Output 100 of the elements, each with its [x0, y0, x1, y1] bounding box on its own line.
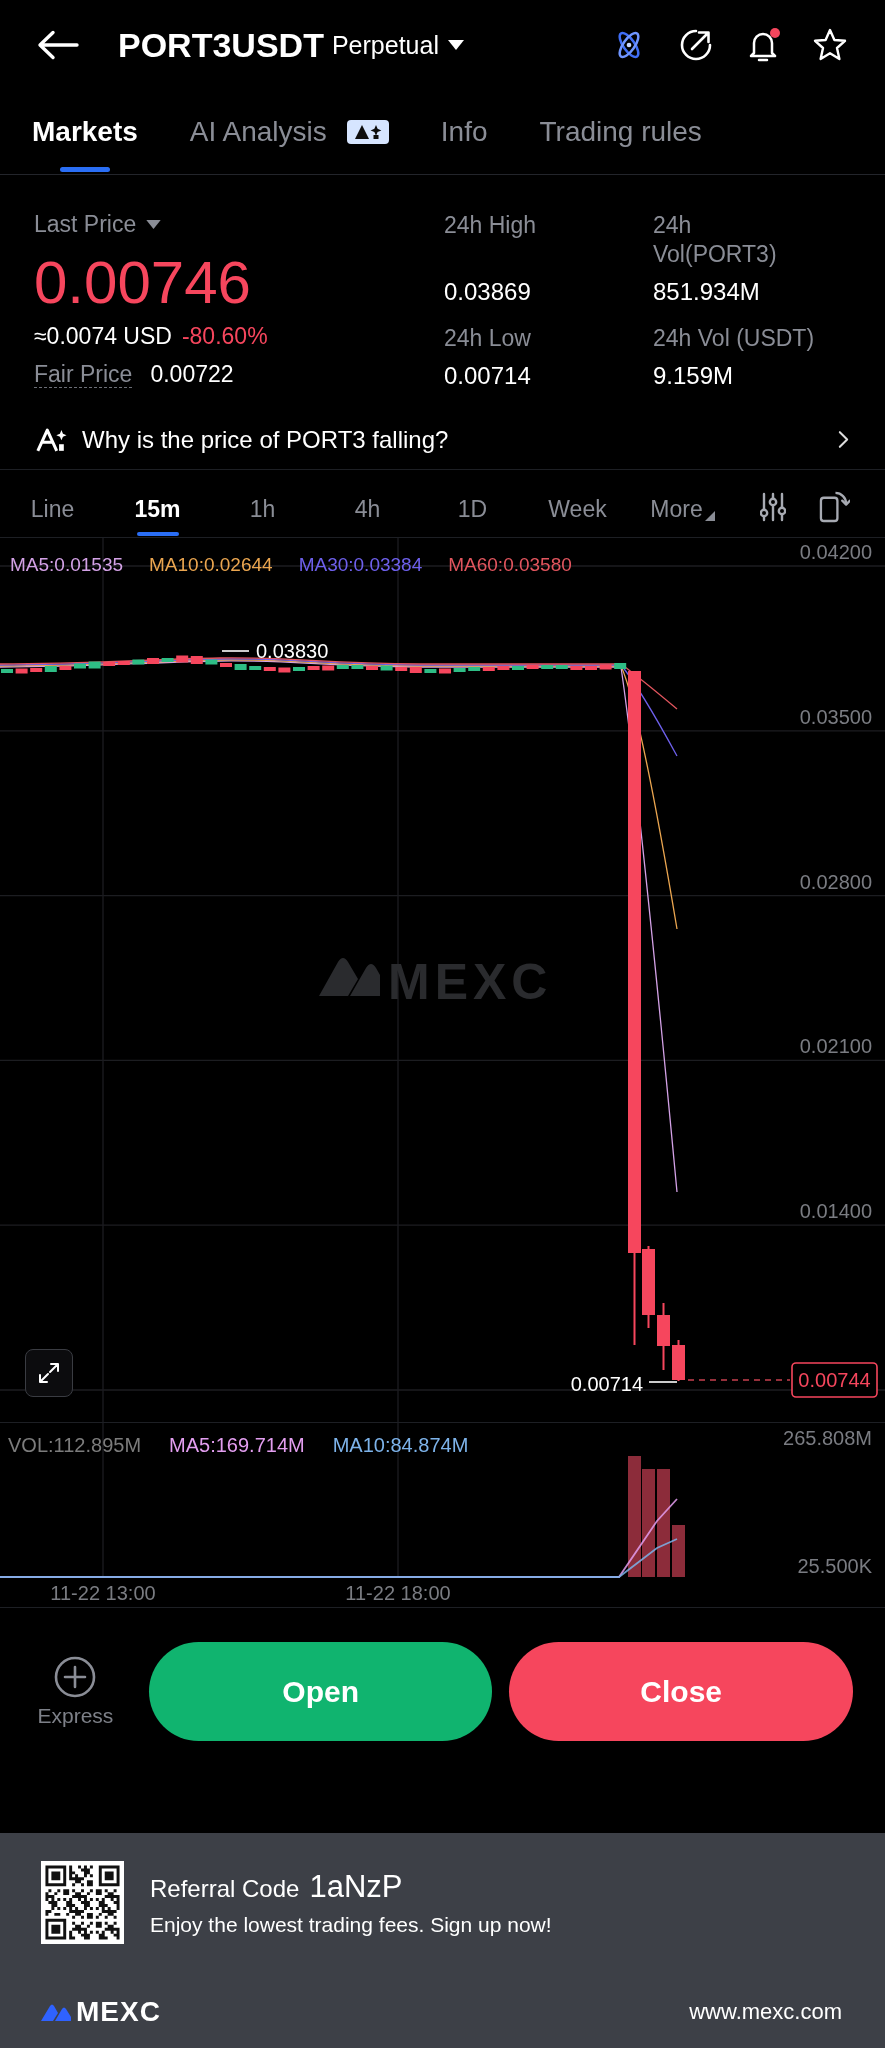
caret-down-icon [146, 219, 162, 229]
close-button[interactable]: Close [509, 1642, 853, 1741]
last-price: 0.00746 [34, 251, 251, 315]
contract-type-dropdown[interactable]: Perpetual [331, 30, 464, 60]
interval-tab[interactable]: Line [0, 470, 105, 537]
back-arrow-icon[interactable] [37, 30, 79, 60]
volume-legend-label: VOL:112.895M [8, 1433, 142, 1458]
chevron-right-icon [838, 430, 849, 449]
brand-name: MEXC [76, 1996, 161, 2028]
candlestick [570, 666, 583, 670]
candlestick [234, 664, 247, 670]
tab[interactable]: Info [440, 90, 488, 174]
candlestick [497, 666, 510, 670]
stat-value: 0.00714 [444, 362, 532, 390]
price-axis-label: 0.01400 [799, 1200, 872, 1223]
candlestick [220, 663, 232, 667]
stat-label: 24h Low [444, 324, 532, 353]
ma-legend-label: MA60:0.03580 [448, 553, 572, 577]
stat-label: 24h High [444, 211, 538, 240]
plus-circle-icon [54, 1656, 97, 1698]
candlestick [74, 663, 86, 669]
referral-code: 1aNzP [309, 1868, 403, 1905]
ai-prompt-link[interactable]: Why is the price of PORT3 falling? [0, 410, 885, 470]
stat-label: 24h Vol(PORT3) [653, 211, 778, 269]
ma-legend-label: MA30:0.03384 [298, 553, 423, 577]
candlestick [351, 665, 364, 669]
fair-price-label[interactable]: Fair Price [34, 361, 133, 388]
candlestick [453, 668, 466, 672]
low-price-leader [648, 1381, 678, 1383]
sliders-icon[interactable] [760, 491, 786, 524]
volume-axis-label: 25.500K [797, 1555, 872, 1577]
last-price-dropdown[interactable]: Last Price [34, 211, 162, 237]
volume-bar [672, 1525, 685, 1577]
candlestick [161, 658, 174, 662]
usd-price: ≈0.0074 USD [34, 323, 172, 349]
stat-label: 24h Vol (USDT) [653, 324, 816, 353]
sparkle-icon [35, 426, 69, 453]
candlestick [585, 666, 597, 670]
caret-down-icon [447, 40, 464, 50]
candlestick [205, 659, 218, 665]
website-url: www.mexc.com [689, 1999, 842, 2025]
price-axis-label: 0.04200 [799, 541, 872, 563]
candlestick [132, 659, 145, 665]
interval-tab[interactable]: 1h [210, 470, 315, 537]
interval-tab[interactable]: 4h [315, 470, 420, 537]
referral-tagline: Enjoy the lowest trading fees. Sign up now! [150, 1912, 552, 1937]
candlestick [380, 665, 393, 671]
caret-icon [704, 510, 715, 521]
stat-value: 851.934M [653, 278, 761, 306]
logo-icon [41, 2003, 71, 2021]
candlestick [672, 1339, 685, 1382]
stat-value: 0.03869 [444, 278, 532, 306]
candlestick [1, 669, 13, 673]
candlestick [88, 661, 101, 669]
candlestick [599, 664, 612, 670]
candlestick [366, 666, 378, 670]
last-price-tag: 0.00744 [791, 1362, 878, 1398]
volume-legend-label: MA5:169.714M [169, 1433, 305, 1458]
star-icon[interactable] [813, 28, 847, 62]
candlestick [526, 665, 539, 669]
stat-value: 9.159M [653, 362, 735, 390]
tab[interactable]: Markets [32, 90, 138, 174]
phone-rotate-icon[interactable] [819, 490, 850, 523]
candlestick [657, 1302, 670, 1371]
price-axis-label: 0.03500 [799, 705, 872, 728]
volume-axis-label: 265.808M [783, 1427, 872, 1449]
candlestick [278, 667, 291, 673]
time-axis-label: 11-22 18:00 [345, 1582, 451, 1604]
interval-tab[interactable]: 1D [420, 470, 525, 537]
price-change: -80.60% [181, 323, 268, 349]
tab[interactable]: AI Analysis [189, 90, 389, 174]
candlestick [15, 668, 28, 674]
candlestick [293, 667, 305, 671]
pair-title: PORT3USDT [118, 25, 324, 65]
interval-tab[interactable]: 15m [105, 470, 210, 537]
interval-tab[interactable]: More [630, 470, 735, 537]
high-price-leader [221, 650, 250, 652]
tab[interactable]: Trading rules [539, 90, 702, 174]
price-axis-label: 0.02100 [799, 1035, 872, 1058]
high-price-label: 0.03830 [256, 640, 329, 662]
fullscreen-button[interactable] [25, 1349, 73, 1397]
price-axis-label: 0.02800 [799, 870, 872, 893]
candlestick [307, 666, 320, 670]
volume-legend-label: MA10:84.874M [332, 1433, 469, 1458]
low-price-label: 0.00714 [570, 1373, 643, 1395]
candlestick [439, 668, 451, 674]
ma-legend-label: MA10:0.02644 [149, 553, 273, 577]
express-button[interactable]: Express [36, 1656, 115, 1728]
time-axis-label: 11-22 13:00 [50, 1582, 156, 1604]
interval-tab[interactable]: Week [525, 470, 630, 537]
watermark-logo-icon [319, 958, 380, 996]
ma-legend-label: MA5:0.01535 [10, 553, 124, 577]
fair-price-value: 0.00722 [150, 361, 234, 388]
candlestick [424, 669, 437, 673]
expand-icon [37, 1361, 61, 1385]
candlestick [147, 658, 159, 664]
candlestick [59, 666, 72, 670]
candlestick [512, 666, 524, 670]
share-icon[interactable] [679, 28, 713, 62]
referral-label: Referral Code [150, 1874, 300, 1903]
